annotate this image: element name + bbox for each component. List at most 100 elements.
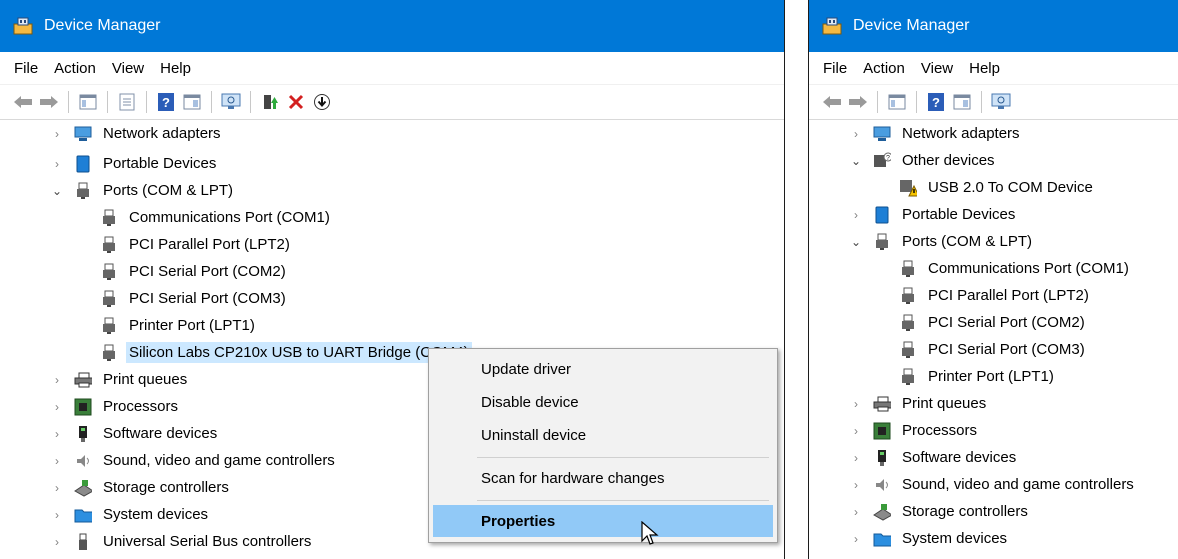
help-icon[interactable]: ? xyxy=(155,91,177,113)
chevron-right-icon[interactable]: › xyxy=(849,478,863,492)
tree-item-com1[interactable]: Communications Port (COM1) xyxy=(100,204,333,231)
tree-item-print-queues[interactable]: › Print queues xyxy=(50,366,190,393)
portable-device-icon xyxy=(74,155,92,173)
tree-item-lpt2[interactable]: PCI Parallel Port (LPT2) xyxy=(899,282,1092,309)
chevron-right-icon[interactable]: › xyxy=(50,427,64,441)
tree-item-usb-to-com[interactable]: USB 2.0 To COM Device xyxy=(899,174,1096,201)
tree-item-processors[interactable]: › Processors xyxy=(50,393,181,420)
menu-file[interactable]: File xyxy=(815,60,855,77)
menu-item-uninstall-device[interactable]: Uninstall device xyxy=(433,419,773,451)
uninstall-device-icon[interactable] xyxy=(285,91,307,113)
menu-view[interactable]: View xyxy=(104,60,152,77)
port-icon xyxy=(100,290,118,308)
chevron-right-icon[interactable]: › xyxy=(849,451,863,465)
window-title: Device Manager xyxy=(853,17,970,34)
port-icon xyxy=(100,209,118,227)
port-icon xyxy=(899,368,917,386)
menu-file[interactable]: File xyxy=(6,60,46,77)
chevron-right-icon[interactable]: › xyxy=(849,397,863,411)
tree-item-ports[interactable]: ⌄ Ports (COM & LPT) xyxy=(50,177,236,204)
show-hide-console-tree-icon[interactable] xyxy=(77,91,99,113)
properties-icon[interactable] xyxy=(116,91,138,113)
tree-item-portable-devices[interactable]: › Portable Devices xyxy=(849,201,1018,228)
tree-item-lpt2[interactable]: PCI Parallel Port (LPT2) xyxy=(100,231,293,258)
tree-item-com1[interactable]: Communications Port (COM1) xyxy=(899,255,1132,282)
tree-item-software-devices[interactable]: › Software devices xyxy=(50,420,220,447)
chevron-right-icon[interactable]: › xyxy=(849,532,863,546)
menu-help[interactable]: Help xyxy=(961,60,1008,77)
toolbar-separator xyxy=(981,91,982,113)
tree-item-portable-devices[interactable]: › Portable Devices xyxy=(50,150,219,177)
action-pane-icon[interactable] xyxy=(181,91,203,113)
tree-item-other-devices[interactable]: ⌄ ? Other devices xyxy=(849,147,998,174)
chevron-down-icon[interactable]: ⌄ xyxy=(849,235,863,249)
tree-item-network-adapters[interactable]: › Network adapters xyxy=(50,120,224,147)
chevron-right-icon[interactable]: › xyxy=(50,454,64,468)
help-icon[interactable]: ? xyxy=(925,91,947,113)
show-hide-console-tree-icon[interactable] xyxy=(886,91,908,113)
tree-item-label: Communications Port (COM1) xyxy=(129,209,330,226)
tree-item-software-devices[interactable]: › Software devices xyxy=(849,444,1019,471)
menu-action[interactable]: Action xyxy=(46,60,104,77)
tree-item-label: Network adapters xyxy=(902,125,1020,142)
forward-icon[interactable] xyxy=(847,91,869,113)
tree-item-storage[interactable]: › Storage controllers xyxy=(50,474,232,501)
title-bar[interactable]: Device Manager xyxy=(0,0,784,52)
chevron-right-icon[interactable]: › xyxy=(50,373,64,387)
chevron-right-icon[interactable]: › xyxy=(50,535,64,549)
menu-item-update-driver[interactable]: Update driver xyxy=(433,353,773,385)
title-bar[interactable]: Device Manager xyxy=(809,0,1178,52)
window-title: Device Manager xyxy=(44,17,161,34)
tree-item-sound[interactable]: › Sound, video and game controllers xyxy=(50,447,338,474)
menu-action[interactable]: Action xyxy=(855,60,913,77)
back-icon[interactable] xyxy=(821,91,843,113)
forward-icon[interactable] xyxy=(38,91,60,113)
scan-hardware-icon[interactable] xyxy=(220,91,242,113)
tree-item-com3[interactable]: PCI Serial Port (COM3) xyxy=(100,285,289,312)
menu-item-label: Disable device xyxy=(481,393,579,411)
tree-item-network-adapters[interactable]: › Network adapters xyxy=(849,120,1023,147)
tree-item-sound[interactable]: › Sound, video and game controllers xyxy=(849,471,1137,498)
chevron-down-icon[interactable]: ⌄ xyxy=(849,154,863,168)
port-icon xyxy=(100,344,118,362)
sound-icon xyxy=(74,452,92,470)
tree-item-lpt1[interactable]: Printer Port (LPT1) xyxy=(100,312,258,339)
chevron-right-icon[interactable]: › xyxy=(50,481,64,495)
tree-item-usb[interactable]: › Universal Serial Bus controllers xyxy=(50,528,314,555)
chevron-right-icon[interactable]: › xyxy=(50,508,64,522)
back-icon[interactable] xyxy=(12,91,34,113)
menu-item-scan-hardware[interactable]: Scan for hardware changes xyxy=(433,462,773,494)
chevron-down-icon[interactable]: ⌄ xyxy=(50,184,64,198)
scan-hardware-icon[interactable] xyxy=(990,91,1012,113)
chevron-right-icon[interactable]: › xyxy=(849,505,863,519)
toolbar-separator xyxy=(68,91,69,113)
tree-item-system-devices[interactable]: › System devices xyxy=(849,525,1010,552)
menu-help[interactable]: Help xyxy=(152,60,199,77)
usb-icon xyxy=(74,533,92,551)
menu-view[interactable]: View xyxy=(913,60,961,77)
tree-item-print-queues[interactable]: › Print queues xyxy=(849,390,989,417)
menu-item-properties[interactable]: Properties xyxy=(433,505,773,537)
tree-item-system-devices[interactable]: › System devices xyxy=(50,501,211,528)
tree-item-ports[interactable]: ⌄ Ports (COM & LPT) xyxy=(849,228,1035,255)
action-pane-icon[interactable] xyxy=(951,91,973,113)
chevron-right-icon[interactable]: › xyxy=(849,127,863,141)
menu-item-disable-device[interactable]: Disable device xyxy=(433,386,773,418)
disable-device-icon[interactable] xyxy=(311,91,333,113)
chevron-right-icon[interactable]: › xyxy=(849,424,863,438)
chevron-right-icon[interactable]: › xyxy=(50,400,64,414)
tree-item-com2[interactable]: PCI Serial Port (COM2) xyxy=(100,258,289,285)
system-device-icon xyxy=(873,530,891,548)
chevron-right-icon[interactable]: › xyxy=(50,127,64,141)
tree-item-processors[interactable]: › Processors xyxy=(849,417,980,444)
chevron-right-icon[interactable]: › xyxy=(50,157,64,171)
update-driver-icon[interactable] xyxy=(259,91,281,113)
tree-item-cp210x[interactable]: Silicon Labs CP210x USB to UART Bridge (… xyxy=(100,339,472,366)
tree-item-label: PCI Serial Port (COM3) xyxy=(928,341,1085,358)
tree-item-com3[interactable]: PCI Serial Port (COM3) xyxy=(899,336,1088,363)
tree-item-lpt1[interactable]: Printer Port (LPT1) xyxy=(899,363,1057,390)
tree-item-storage[interactable]: › Storage controllers xyxy=(849,498,1031,525)
tree-item-com2[interactable]: PCI Serial Port (COM2) xyxy=(899,309,1088,336)
chevron-right-icon[interactable]: › xyxy=(849,208,863,222)
tree-item-label: PCI Parallel Port (LPT2) xyxy=(129,236,290,253)
